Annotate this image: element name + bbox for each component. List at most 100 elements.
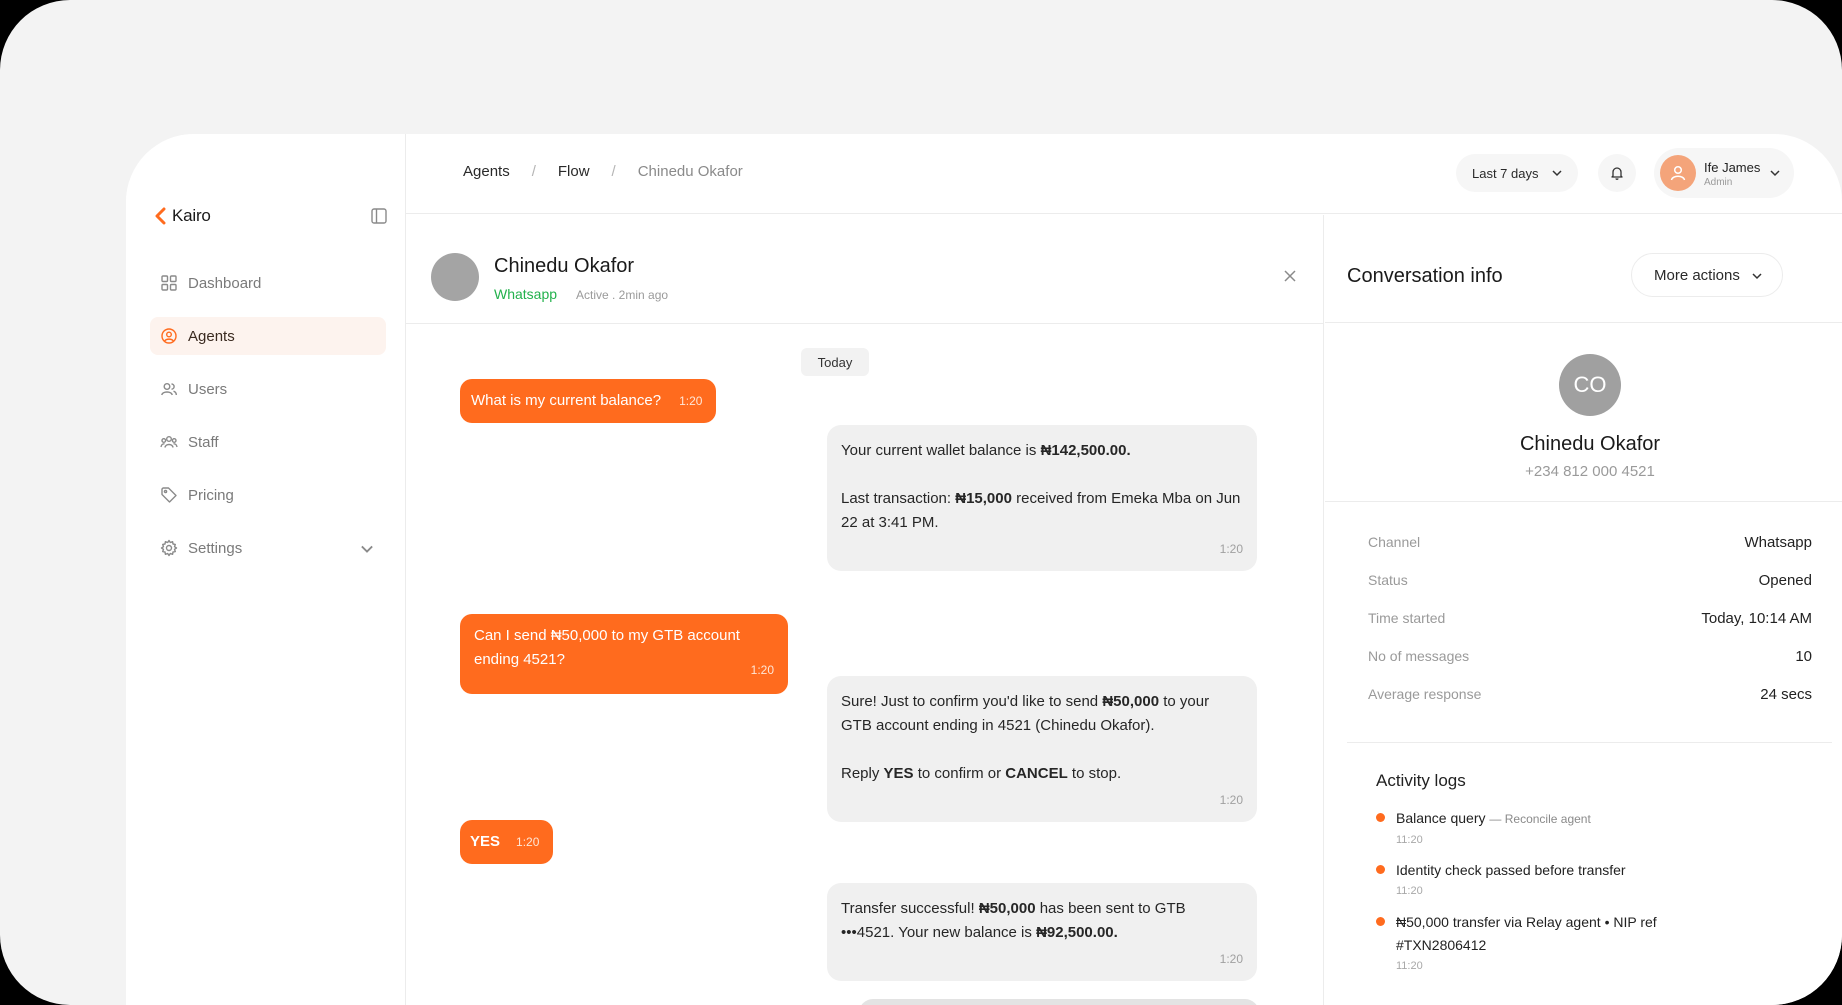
log-agent: — Reconcile agent bbox=[1489, 812, 1591, 826]
main-area: Agents / Flow / Chinedu Okafor Last 7 da… bbox=[406, 134, 1842, 1005]
detail-value: 24 secs bbox=[1760, 686, 1812, 703]
sidebar-item-label: Staff bbox=[188, 433, 219, 451]
more-actions-button[interactable]: More actions bbox=[1631, 253, 1783, 297]
log-time: 11:20 bbox=[1396, 960, 1423, 972]
detail-key: No of messages bbox=[1368, 648, 1470, 664]
screen-background: Kairo Dashboard Agents Users Staff Prici… bbox=[0, 0, 1842, 1005]
date-range-select[interactable]: Last 7 days bbox=[1456, 154, 1578, 192]
activity-log-item: ₦50,000 transfer via Relay agent • NIP r… bbox=[1376, 911, 1696, 972]
bell-icon bbox=[1611, 167, 1623, 180]
activity-logs-title: Activity logs bbox=[1376, 771, 1466, 790]
notifications-button[interactable] bbox=[1598, 154, 1636, 192]
detail-value: 10 bbox=[1795, 648, 1812, 665]
sidebar-toggle-icon[interactable] bbox=[370, 207, 388, 225]
detail-value: Today, 10:14 AM bbox=[1701, 610, 1812, 627]
log-title: Balance query bbox=[1396, 810, 1486, 826]
tag-icon bbox=[161, 487, 177, 503]
message-text: Sure! Just to confirm you'd like to send… bbox=[841, 693, 1210, 782]
panel-title: Conversation info bbox=[1347, 265, 1503, 287]
user-name: Ife James bbox=[1704, 160, 1761, 175]
contact-avatar: CO bbox=[1559, 354, 1621, 416]
message-user: Can I send ₦50,000 to my GTB account end… bbox=[460, 614, 788, 694]
sidebar-item-label: Settings bbox=[188, 539, 243, 557]
detail-value: Whatsapp bbox=[1744, 534, 1812, 551]
message-time: 1:20 bbox=[750, 663, 774, 677]
sidebar-item-settings[interactable]: Settings bbox=[150, 529, 386, 567]
user-circle-icon bbox=[161, 328, 177, 344]
breadcrumb-current: Chinedu Okafor bbox=[637, 163, 743, 180]
message-time: 1:20 bbox=[516, 835, 540, 849]
message-text: Transfer successful! ₦50,000 has been se… bbox=[841, 900, 1186, 941]
log-dot bbox=[1376, 813, 1385, 822]
log-time: 11:20 bbox=[1396, 885, 1423, 897]
sidebar-nav: Dashboard Agents Users Staff Pricing Set… bbox=[150, 264, 386, 582]
divider bbox=[1325, 501, 1842, 502]
detail-key: Channel bbox=[1368, 534, 1421, 550]
detail-row-average-response: Average response 24 secs bbox=[1368, 686, 1812, 708]
breadcrumb-separator: / bbox=[611, 163, 616, 180]
date-range-label: Last 7 days bbox=[1472, 165, 1539, 181]
message-agent-partial bbox=[859, 999, 1259, 1005]
chevron-down-icon bbox=[1752, 273, 1762, 280]
breadcrumb-flow[interactable]: Flow bbox=[558, 163, 590, 180]
log-text: Identity check passed before transfer bbox=[1396, 862, 1626, 878]
gear-icon bbox=[160, 539, 178, 557]
app-window: Kairo Dashboard Agents Users Staff Prici… bbox=[126, 134, 1842, 1005]
top-bar: Agents / Flow / Chinedu Okafor Last 7 da… bbox=[406, 134, 1842, 214]
breadcrumb-agents[interactable]: Agents bbox=[463, 163, 510, 180]
sidebar-item-label: Pricing bbox=[188, 486, 234, 504]
brand[interactable]: Kairo bbox=[154, 206, 211, 226]
sidebar: Kairo Dashboard Agents Users Staff Prici… bbox=[126, 134, 406, 1005]
breadcrumb-separator: / bbox=[531, 163, 536, 180]
close-icon[interactable] bbox=[1282, 268, 1298, 284]
sidebar-item-label: Users bbox=[188, 380, 228, 398]
log-time: 11:20 bbox=[1396, 834, 1423, 846]
message-agent: Sure! Just to confirm you'd like to send… bbox=[827, 676, 1257, 822]
message-text: What is my current balance? bbox=[471, 392, 662, 409]
chat-panel: Chinedu Okafor Whatsapp Active . 2min ag… bbox=[406, 215, 1324, 1005]
sidebar-item-dashboard[interactable]: Dashboard bbox=[150, 264, 386, 302]
message-user: YES 1:20 bbox=[460, 820, 554, 864]
chat-channel: Whatsapp bbox=[494, 286, 558, 302]
chevron-down-icon bbox=[1552, 170, 1562, 177]
detail-key: Status bbox=[1368, 572, 1408, 588]
detail-key: Average response bbox=[1368, 686, 1482, 702]
detail-row-status: Status Opened bbox=[1368, 572, 1812, 594]
message-text: YES bbox=[470, 833, 501, 850]
log-text: ₦50,000 transfer via Relay agent • NIP r… bbox=[1396, 914, 1657, 953]
sidebar-item-agents[interactable]: Agents bbox=[150, 317, 386, 355]
sidebar-item-users[interactable]: Users bbox=[150, 370, 386, 408]
chat-header: Chinedu Okafor Whatsapp Active . 2min ag… bbox=[406, 215, 1323, 324]
message-time: 1:20 bbox=[1219, 542, 1243, 556]
detail-row-time-started: Time started Today, 10:14 AM bbox=[1368, 610, 1812, 632]
chevron-down-icon bbox=[1770, 170, 1780, 177]
sidebar-item-staff[interactable]: Staff bbox=[150, 423, 386, 461]
message-text: Your current wallet balance is ₦142,500.… bbox=[841, 442, 1241, 531]
avatar bbox=[1660, 155, 1696, 191]
contact-phone: +234 812 000 4521 bbox=[1525, 463, 1655, 480]
user-menu[interactable]: Ife James Admin bbox=[1654, 148, 1794, 198]
user-role: Admin bbox=[1704, 177, 1733, 188]
message-time: 1:20 bbox=[679, 394, 703, 408]
chat-contact-name: Chinedu Okafor bbox=[494, 255, 635, 277]
detail-key: Time started bbox=[1368, 610, 1446, 626]
avatar bbox=[431, 253, 479, 301]
message-user: What is my current balance? 1:20 bbox=[460, 379, 717, 423]
message-text: Can I send ₦50,000 to my GTB account end… bbox=[474, 627, 740, 668]
user-icon bbox=[1670, 165, 1686, 181]
day-divider: Today bbox=[801, 348, 869, 376]
message-time: 1:20 bbox=[1219, 793, 1243, 807]
log-dot bbox=[1376, 917, 1385, 926]
detail-row-messages: No of messages 10 bbox=[1368, 648, 1812, 670]
activity-log-item: Identity check passed before transfer 11… bbox=[1376, 859, 1706, 897]
sidebar-item-pricing[interactable]: Pricing bbox=[150, 476, 386, 514]
log-dot bbox=[1376, 865, 1385, 874]
kairo-logo-icon bbox=[155, 207, 166, 225]
sidebar-item-label: Agents bbox=[188, 327, 235, 345]
breadcrumb: Agents / Flow / Chinedu Okafor bbox=[463, 163, 743, 180]
divider bbox=[1325, 322, 1842, 323]
message-agent: Your current wallet balance is ₦142,500.… bbox=[827, 425, 1257, 571]
team-icon bbox=[160, 436, 178, 448]
log-text: Balance query — Reconcile agent bbox=[1396, 807, 1706, 831]
grid-icon bbox=[161, 275, 177, 291]
